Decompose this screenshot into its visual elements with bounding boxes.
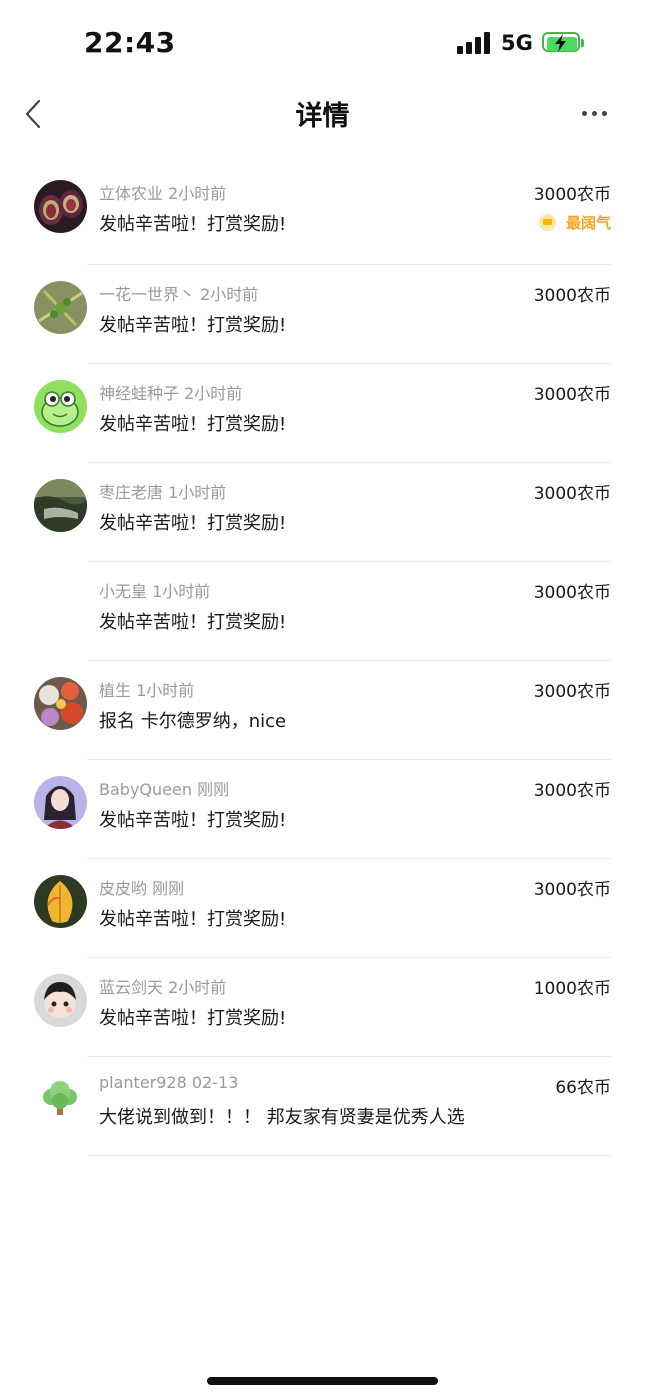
timestamp: 2小时前	[168, 978, 227, 997]
battery-charging-icon	[542, 32, 584, 54]
reward-message: 大佬说到做到！！！ 邦友家有贤妻是优秀人选	[99, 1107, 465, 1128]
reward-amount: 66农币	[555, 1078, 611, 1098]
username[interactable]: 枣庄老唐	[99, 483, 163, 502]
item-meta: 神经蛙种子 2小时前	[99, 380, 242, 404]
reward-message: 报名 卡尔德罗纳，nice	[99, 711, 287, 732]
reward-list: 立体农业 2小时前 发帖辛苦啦！打赏奖励! 3000农币 最阔气 一花一世界丶 …	[0, 164, 645, 1156]
item-meta: 小无皇 1小时前	[99, 578, 210, 602]
username[interactable]: 立体农业	[99, 184, 163, 203]
tree-avatar[interactable]	[34, 1073, 87, 1126]
item-meta: 一花一世界丶 2小时前	[99, 281, 258, 305]
item-meta: 蓝云剑天 2小时前	[99, 974, 226, 998]
list-item[interactable]: 皮皮哟 刚刚 发帖辛苦啦！打赏奖励! 3000农币	[0, 859, 645, 958]
status-time: 22:43	[84, 26, 176, 59]
reward-message: 发帖辛苦啦！打赏奖励!	[99, 315, 287, 336]
reward-amount: 3000农币	[533, 682, 611, 702]
list-item[interactable]: 枣庄老唐 1小时前 发帖辛苦啦！打赏奖励! 3000农币	[0, 463, 645, 562]
cartoon-frog-avatar[interactable]	[34, 380, 87, 433]
network-type: 5G	[501, 31, 533, 55]
portrait-avatar[interactable]	[34, 776, 87, 829]
crown-icon	[538, 214, 556, 231]
timestamp: 2小时前	[200, 285, 259, 304]
timestamp: 刚刚	[197, 780, 230, 799]
status-bar: 22:43 5G	[0, 0, 645, 88]
nav-bar: 详情	[0, 88, 645, 140]
reward-amount: 3000农币	[533, 385, 611, 405]
timestamp: 1小时前	[152, 582, 211, 601]
more-options-button[interactable]	[574, 98, 614, 128]
reward-amount: 3000农币	[533, 185, 611, 205]
timestamp: 1小时前	[136, 681, 195, 700]
item-meta: 皮皮哟 刚刚	[99, 875, 184, 899]
list-item[interactable]: planter928 02-13 大佬说到做到！！！ 邦友家有贤妻是优秀人选 6…	[0, 1057, 645, 1156]
list-item[interactable]: 一花一世界丶 2小时前 发帖辛苦啦！打赏奖励! 3000农币	[0, 265, 645, 364]
reward-message: 发帖辛苦啦！打赏奖励!	[99, 513, 287, 534]
reward-message: 发帖辛苦啦！打赏奖励!	[99, 909, 287, 930]
timestamp: 2小时前	[168, 184, 227, 203]
item-meta: planter928 02-13	[99, 1073, 238, 1092]
flowers-avatar[interactable]	[34, 677, 87, 730]
page-title: 详情	[295, 101, 350, 132]
reward-message: 发帖辛苦啦！打赏奖励!	[99, 810, 287, 831]
top-reward-badge: 最阔气	[538, 212, 611, 233]
blank-avatar[interactable]	[34, 578, 87, 631]
item-meta: BabyQueen 刚刚	[99, 776, 229, 800]
signal-icon	[457, 32, 491, 54]
cartoon-girl-avatar[interactable]	[34, 974, 87, 1027]
username[interactable]: 小无皇	[99, 582, 147, 601]
reward-message: 发帖辛苦啦！打赏奖励!	[99, 1008, 287, 1029]
username[interactable]: 蓝云剑天	[99, 978, 163, 997]
list-item[interactable]: 小无皇 1小时前 发帖辛苦啦！打赏奖励! 3000农币	[0, 562, 645, 661]
timestamp: 02-13	[191, 1073, 239, 1092]
reward-amount: 3000农币	[533, 583, 611, 603]
reward-message: 发帖辛苦啦！打赏奖励!	[99, 414, 287, 435]
landscape-avatar[interactable]	[34, 479, 87, 532]
reward-amount: 3000农币	[533, 880, 611, 900]
list-item[interactable]: 立体农业 2小时前 发帖辛苦啦！打赏奖励! 3000农币 最阔气	[0, 164, 645, 265]
item-meta: 枣庄老唐 1小时前	[99, 479, 226, 503]
username[interactable]: 一花一世界丶	[99, 285, 195, 304]
badge-label: 最阔气	[565, 214, 611, 232]
item-meta: 植生 1小时前	[99, 677, 194, 701]
yellow-leaf-avatar[interactable]	[34, 875, 87, 928]
divider	[87, 1155, 611, 1156]
username[interactable]: BabyQueen	[99, 780, 192, 799]
reward-amount: 3000农币	[533, 781, 611, 801]
timestamp: 1小时前	[168, 483, 227, 502]
timestamp: 2小时前	[184, 384, 243, 403]
username[interactable]: 神经蛙种子	[99, 384, 179, 403]
list-item[interactable]: 蓝云剑天 2小时前 发帖辛苦啦！打赏奖励! 1000农币	[0, 958, 645, 1057]
item-meta: 立体农业 2小时前	[99, 180, 226, 204]
fig-fruit-avatar[interactable]	[34, 180, 87, 233]
list-item[interactable]: BabyQueen 刚刚 发帖辛苦啦！打赏奖励! 3000农币	[0, 760, 645, 859]
reward-amount: 1000农币	[533, 979, 611, 999]
timestamp: 刚刚	[152, 879, 185, 898]
list-item[interactable]: 神经蛙种子 2小时前 发帖辛苦啦！打赏奖励! 3000农币	[0, 364, 645, 463]
reward-amount: 3000农币	[533, 484, 611, 504]
username[interactable]: 植生	[99, 681, 131, 700]
home-indicator[interactable]	[207, 1377, 438, 1385]
list-item[interactable]: 植生 1小时前 报名 卡尔德罗纳，nice 3000农币	[0, 661, 645, 760]
reward-message: 发帖辛苦啦！打赏奖励!	[99, 214, 287, 235]
reward-amount: 3000农币	[533, 286, 611, 306]
username[interactable]: 皮皮哟	[99, 879, 147, 898]
green-plant-avatar[interactable]	[34, 281, 87, 334]
reward-message: 发帖辛苦啦！打赏奖励!	[99, 612, 287, 633]
username[interactable]: planter928	[99, 1073, 187, 1092]
